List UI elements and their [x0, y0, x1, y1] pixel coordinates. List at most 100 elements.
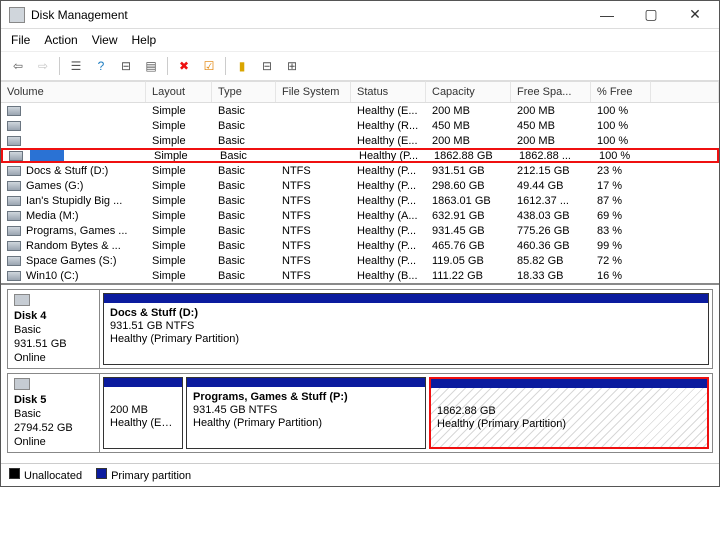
volume-grid[interactable]: SimpleBasicHealthy (E...200 MB200 MB100 … — [1, 103, 719, 283]
disk-icon — [14, 294, 30, 306]
volume-name: Media (M:) — [26, 210, 139, 222]
partition-selected-highlight[interactable]: 1862.88 GB Healthy (Primary Partition) — [429, 377, 709, 449]
capacity-cell: 200 MB — [426, 133, 511, 148]
col-filesystem[interactable]: File System — [276, 81, 351, 102]
volume-row[interactable]: Media (M:)SimpleBasicNTFSHealthy (A...63… — [1, 208, 719, 223]
arrow-left-icon: ⇦ — [13, 59, 23, 73]
partition-stripe — [104, 294, 708, 303]
status-cell: Healthy (R... — [351, 118, 426, 133]
capacity-cell: 119.05 GB — [426, 253, 511, 268]
menu-help[interactable]: Help — [132, 33, 157, 47]
layout-cell: Simple — [146, 133, 212, 148]
titlebar: Disk Management — ▢ ✕ — [1, 1, 719, 29]
menu-action[interactable]: Action — [44, 33, 77, 47]
status-cell: Healthy (P... — [351, 193, 426, 208]
layout-cell: Simple — [148, 150, 214, 161]
col-volume[interactable]: Volume — [1, 81, 146, 102]
layout-cell: Simple — [146, 193, 212, 208]
swatch-black-icon — [9, 468, 20, 479]
settings-button[interactable]: ⊟ — [115, 55, 137, 77]
forward-button[interactable]: ⇨ — [32, 55, 54, 77]
volume-row[interactable]: SimpleBasicHealthy (R...450 MB450 MB100 … — [1, 118, 719, 133]
volume-icon — [7, 226, 21, 236]
volume-row[interactable]: Space Games (S:)SimpleBasicNTFSHealthy (… — [1, 253, 719, 268]
volume-icon — [7, 166, 21, 176]
list-button[interactable]: ▤ — [140, 55, 162, 77]
pct-cell: 69 % — [591, 208, 651, 223]
volume-row[interactable]: Win10 (C:)SimpleBasicNTFSHealthy (B...11… — [1, 268, 719, 283]
pct-cell: 100 % — [593, 150, 653, 161]
partition-programs[interactable]: Programs, Games & Stuff (P:) 931.45 GB N… — [186, 377, 426, 449]
partition-status: Healthy (EFI Sys — [110, 417, 178, 429]
free-cell: 460.36 GB — [511, 238, 591, 253]
delete-button[interactable]: ✖ — [173, 55, 195, 77]
partition-stripe — [104, 378, 182, 387]
refresh-button[interactable]: ? — [90, 55, 112, 77]
swatch-blue-icon — [96, 468, 107, 479]
free-cell: 775.26 GB — [511, 223, 591, 238]
col-free[interactable]: Free Spa... — [511, 81, 591, 102]
free-cell: 1612.37 ... — [511, 193, 591, 208]
x-icon: ✖ — [179, 59, 189, 73]
volume-row[interactable]: SimpleBasicHealthy (E...200 MB200 MB100 … — [1, 103, 719, 118]
layout-cell: Simple — [146, 103, 212, 118]
type-cell: Basic — [212, 238, 276, 253]
volume-row[interactable]: Programs, Games ...SimpleBasicNTFSHealth… — [1, 223, 719, 238]
col-layout[interactable]: Layout — [146, 81, 212, 102]
free-cell: 49.44 GB — [511, 178, 591, 193]
toolbar: ⇦ ⇨ ☰ ? ⊟ ▤ ✖ ☑ ▮ ⊟ ⊞ — [1, 52, 719, 81]
capacity-cell: 1863.01 GB — [426, 193, 511, 208]
capacity-cell: 465.76 GB — [426, 238, 511, 253]
type-cell: Basic — [212, 193, 276, 208]
pct-cell: 23 % — [591, 163, 651, 178]
volume-row[interactable]: Games (G:)SimpleBasicNTFSHealthy (P...29… — [1, 178, 719, 193]
free-cell: 18.33 GB — [511, 268, 591, 283]
extra-button[interactable]: ⊞ — [281, 55, 303, 77]
partition-docs[interactable]: Docs & Stuff (D:) 931.51 GB NTFS Healthy… — [103, 293, 709, 365]
type-cell: Basic — [212, 163, 276, 178]
pct-cell: 83 % — [591, 223, 651, 238]
col-status[interactable]: Status — [351, 81, 426, 102]
show-hide-button[interactable]: ☰ — [65, 55, 87, 77]
volume-row[interactable]: Docs & Stuff (D:)SimpleBasicNTFSHealthy … — [1, 163, 719, 178]
new-button[interactable]: ▮ — [231, 55, 253, 77]
capacity-cell: 931.45 GB — [426, 223, 511, 238]
properties-icon: ⊟ — [262, 59, 272, 73]
type-cell: Basic — [212, 118, 276, 133]
disk-label: Disk 4 — [14, 310, 93, 322]
volume-row[interactable]: SimpleBasicHealthy (E...200 MB200 MB100 … — [1, 133, 719, 148]
volume-row[interactable]: Random Bytes & ...SimpleBasicNTFSHealthy… — [1, 238, 719, 253]
disk-header: Disk 4 Basic 931.51 GB Online — [8, 290, 100, 368]
window-title: Disk Management — [31, 8, 585, 22]
partition-status: Healthy (Primary Partition) — [110, 333, 702, 345]
menu-view[interactable]: View — [92, 33, 118, 47]
status-cell: Healthy (P... — [351, 163, 426, 178]
disk-4[interactable]: Disk 4 Basic 931.51 GB Online Docs & Stu… — [7, 289, 713, 369]
disk-5[interactable]: Disk 5 Basic 2794.52 GB Online 200 MB He… — [7, 373, 713, 453]
back-button[interactable]: ⇦ — [7, 55, 29, 77]
fs-cell: NTFS — [276, 238, 351, 253]
partition-efi[interactable]: 200 MB Healthy (EFI Sys — [103, 377, 183, 449]
fs-cell: NTFS — [276, 223, 351, 238]
volume-cell — [3, 150, 148, 161]
properties-button[interactable]: ⊟ — [256, 55, 278, 77]
volume-name: Space Games (S:) — [26, 255, 139, 267]
col-capacity[interactable]: Capacity — [426, 81, 511, 102]
menu-file[interactable]: File — [11, 33, 30, 47]
capacity-cell: 1862.88 GB — [428, 150, 513, 161]
partition-stripe — [187, 378, 425, 387]
capacity-cell: 298.60 GB — [426, 178, 511, 193]
check-button[interactable]: ☑ — [198, 55, 220, 77]
type-cell: Basic — [212, 208, 276, 223]
volume-row[interactable]: SimpleBasicHealthy (P...1862.88 GB1862.8… — [1, 148, 719, 163]
volume-cell — [1, 118, 146, 133]
col-type[interactable]: Type — [212, 81, 276, 102]
maximize-button[interactable]: ▢ — [629, 2, 673, 28]
col-pctfree[interactable]: % Free — [591, 81, 651, 102]
volume-row[interactable]: Ian's Stupidly Big ...SimpleBasicNTFSHea… — [1, 193, 719, 208]
pct-cell: 99 % — [591, 238, 651, 253]
disk-header: Disk 5 Basic 2794.52 GB Online — [8, 374, 100, 452]
minimize-button[interactable]: — — [585, 2, 629, 28]
col-end — [651, 81, 719, 102]
close-button[interactable]: ✕ — [673, 2, 717, 28]
